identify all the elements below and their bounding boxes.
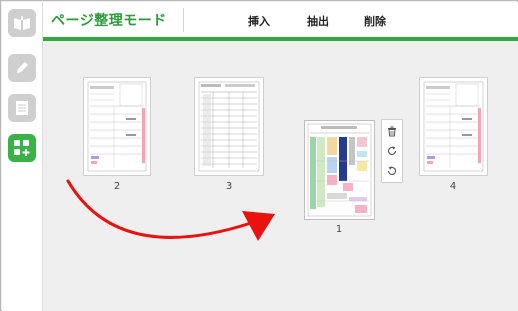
open-book-icon — [14, 16, 30, 30]
pencil-icon — [17, 62, 28, 73]
sidebar-item-page-organize[interactable] — [8, 134, 36, 162]
toolbar: ページ整理モード 挿入 抽出 削除 — [43, 2, 518, 38]
sidebar-item-edit[interactable] — [8, 54, 36, 82]
grid-plus-icon — [14, 140, 30, 156]
document-icon — [16, 101, 28, 115]
extract-button[interactable]: 抽出 — [307, 13, 329, 29]
sidebar-item-document[interactable] — [8, 94, 36, 122]
insert-button[interactable]: 挿入 — [248, 13, 270, 29]
sidebar-item-view[interactable] — [8, 9, 36, 37]
sidebar — [2, 2, 43, 311]
toolbar-divider — [183, 8, 184, 32]
page-title: ページ整理モード — [51, 13, 167, 29]
delete-button[interactable]: 削除 — [364, 13, 386, 29]
move-arrow-annotation — [66, 179, 275, 241]
page-canvas: 2 3 1 4 — [43, 41, 518, 311]
app-window: ページ整理モード 挿入 抽出 削除 2 3 1 4 — [0, 0, 518, 311]
